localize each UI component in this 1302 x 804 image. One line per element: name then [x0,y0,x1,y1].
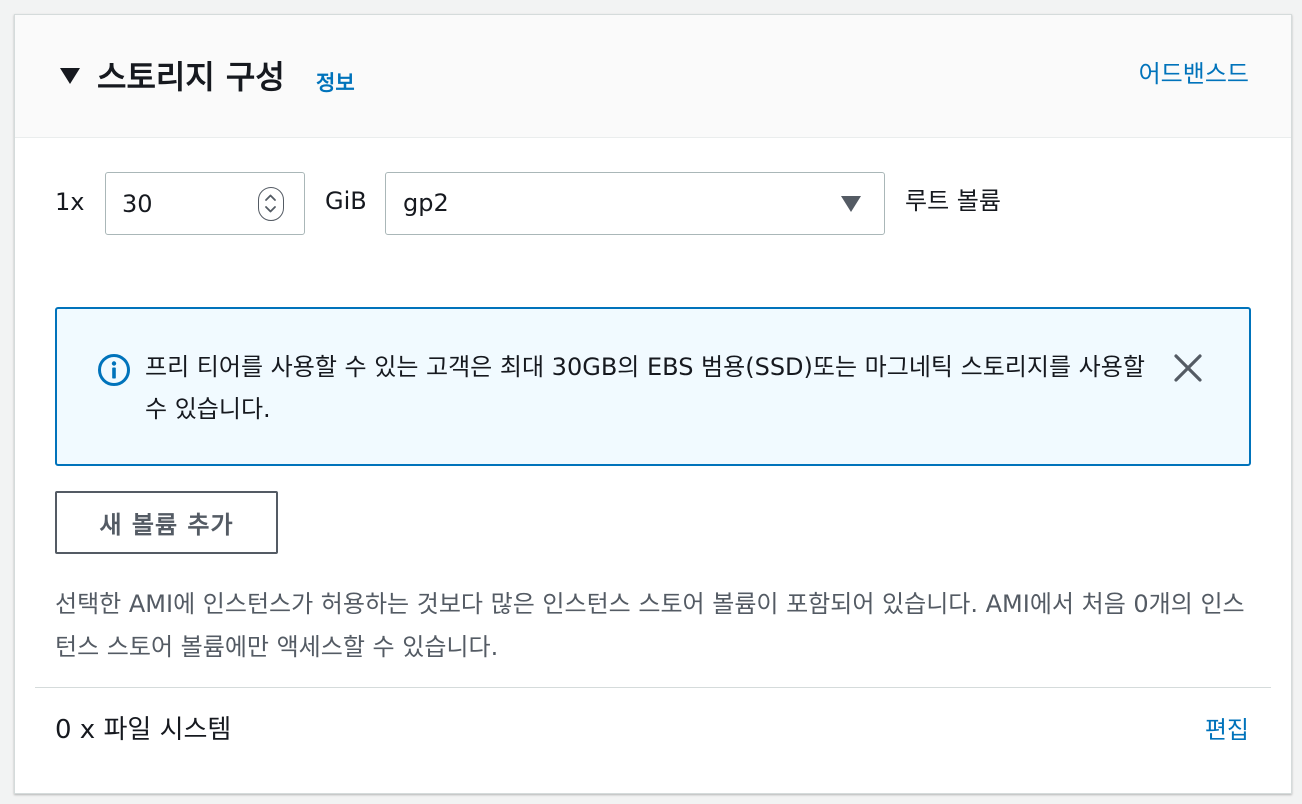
root-volume-label: 루트 볼륨 [905,187,1001,215]
volume-type-select[interactable]: gp2 [385,172,885,235]
caret-down-icon[interactable] [55,61,85,91]
volume-type-value: gp2 [403,189,449,217]
instance-store-note: 선택한 AMI에 인스턴스가 허용하는 것보다 많은 인스턴스 스토어 볼륨이 … [55,590,1245,661]
info-icon [98,354,130,386]
divider [35,687,1271,688]
info-link[interactable]: 정보 [316,69,355,97]
chevron-down-icon [841,196,861,212]
add-new-volume-button[interactable]: 새 볼륨 추가 [55,491,278,554]
advanced-link[interactable]: 어드밴스드 [1139,58,1249,90]
volume-size-field [105,172,305,235]
alert-message: 프리 티어를 사용할 수 있는 고객은 최대 30GB의 EBS 범용(SSD)… [145,353,1145,423]
close-icon[interactable] [1171,351,1205,385]
size-stepper-icon[interactable] [258,187,284,221]
storage-config-panel: 스토리지 구성 정보 어드밴스드 1x GiB gp2 루트 볼륨 프리 티어를… [14,14,1292,794]
free-tier-info-alert: 프리 티어를 사용할 수 있는 고객은 최대 30GB의 EBS 범용(SSD)… [55,307,1251,466]
panel-header: 스토리지 구성 정보 어드밴스드 [15,15,1291,138]
file-systems-label: 0 x 파일 시스템 [55,715,232,745]
volume-count-label: 1x [55,188,85,216]
volume-size-input[interactable] [106,173,256,234]
volume-unit-label: GiB [325,187,367,215]
panel-title: 스토리지 구성 [97,58,285,96]
edit-file-systems-link[interactable]: 편집 [1205,712,1249,748]
